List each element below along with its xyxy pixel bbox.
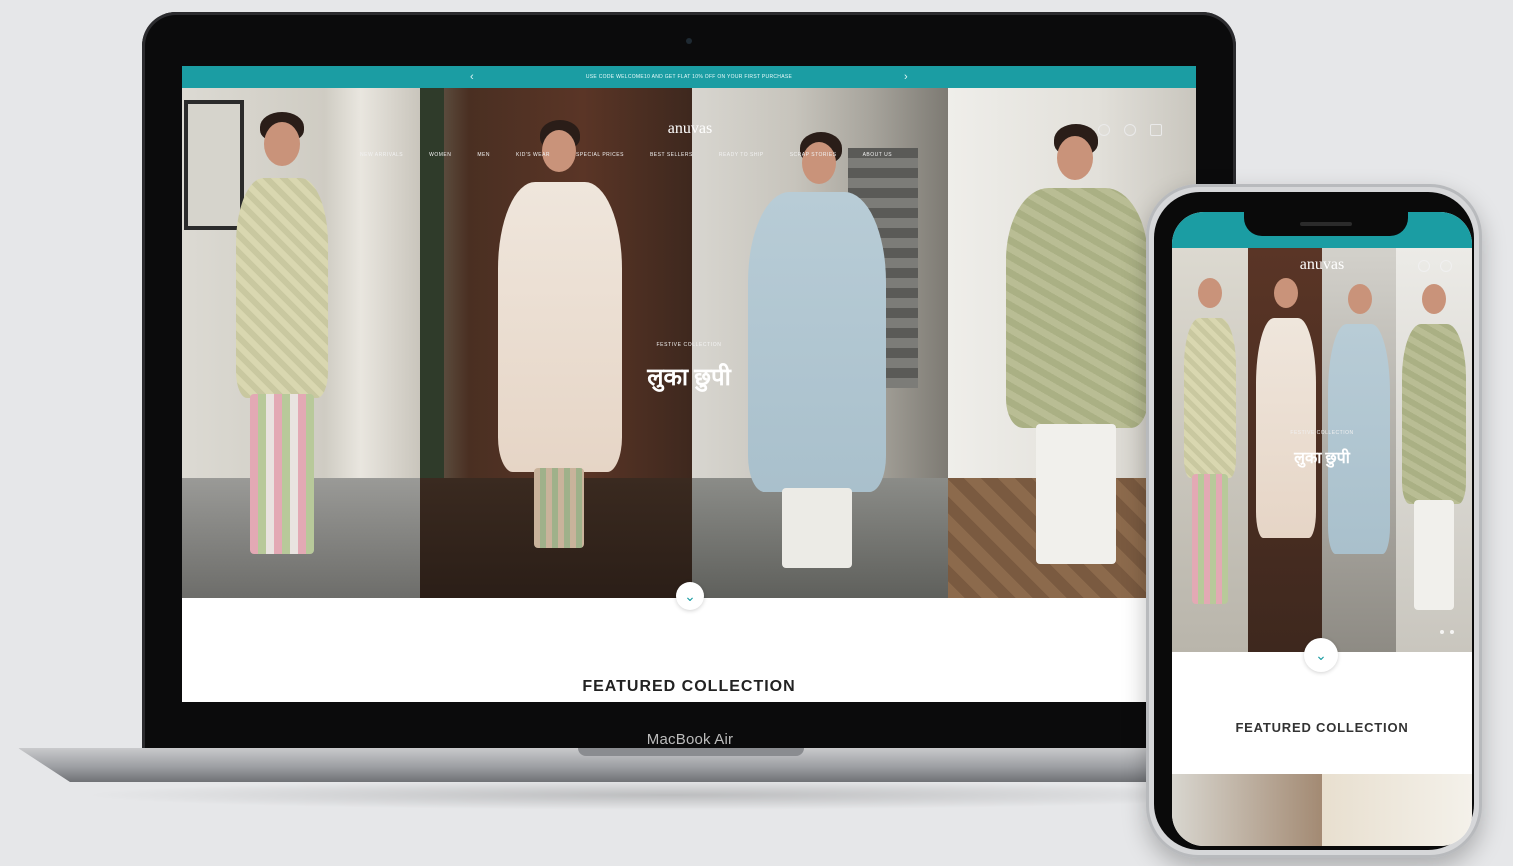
model-figure <box>222 108 342 588</box>
model-figure <box>742 128 892 588</box>
chevron-down-icon[interactable]: ⌄ <box>676 582 704 610</box>
model-figure <box>490 116 630 586</box>
phone-brand-logo[interactable]: anuvas <box>1288 256 1356 274</box>
cart-icon[interactable] <box>1440 260 1452 272</box>
phone-hero-title: लुका छुपी <box>1294 450 1350 467</box>
device-label: MacBook Air <box>646 731 734 748</box>
phone-screen: anuvas FESTIVE COLLECTION लुका छुपी ⌄ FE… <box>1172 212 1472 846</box>
chevron-left-icon[interactable]: ‹ <box>470 66 474 88</box>
hero-photo-1 <box>182 88 420 598</box>
featured-product-thumbnails <box>1172 774 1472 846</box>
phone-hero-photo-1 <box>1172 248 1248 652</box>
carousel-dots[interactable] <box>1440 630 1454 634</box>
main-nav: NEW ARRIVALS WOMEN MEN KID'S WEAR SPECIA… <box>360 152 1040 158</box>
hero-title: लुका छुपी <box>647 365 731 391</box>
nav-item-about-us[interactable]: ABOUT US <box>863 152 892 158</box>
phone-speaker <box>1300 222 1352 226</box>
hero-banner[interactable]: anuvas NEW ARRIVALS WOMEN MEN KID'S WEAR… <box>182 88 1196 598</box>
chevron-down-icon[interactable]: ⌄ <box>1304 638 1338 672</box>
phone-hero-photo-4 <box>1396 248 1472 652</box>
nav-item-men[interactable]: MEN <box>477 152 490 158</box>
cart-icon[interactable] <box>1150 124 1162 136</box>
phone-device: anuvas FESTIVE COLLECTION लुका छुपी ⌄ FE… <box>1146 184 1482 858</box>
announcement-bar: ‹ USE CODE WELCOME10 AND GET FLAT 10% OF… <box>182 66 1196 88</box>
product-thumbnail[interactable] <box>1322 774 1472 846</box>
laptop-hinge-notch <box>578 748 804 756</box>
hero-subtitle: FESTIVE COLLECTION <box>656 342 722 348</box>
search-icon[interactable] <box>1124 124 1136 136</box>
nav-item-special-prices[interactable]: SPECIAL PRICES <box>576 152 624 158</box>
header-icons <box>1098 124 1162 136</box>
phone-featured-collection-heading: FEATURED COLLECTION <box>1235 720 1409 735</box>
brand-logo[interactable]: anuvas <box>660 120 720 138</box>
nav-item-ready-to-ship[interactable]: READY TO SHIP <box>719 152 764 158</box>
phone-bezel: anuvas FESTIVE COLLECTION लुका छुपी ⌄ FE… <box>1154 192 1474 850</box>
laptop-camera <box>686 38 692 44</box>
featured-collection-heading: FEATURED COLLECTION <box>582 678 796 695</box>
search-icon[interactable] <box>1418 260 1430 272</box>
nav-item-kids-wear[interactable]: KID'S WEAR <box>516 152 550 158</box>
chevron-right-icon[interactable]: › <box>904 66 908 88</box>
model-figure <box>1002 124 1152 584</box>
nav-item-new-arrivals[interactable]: NEW ARRIVALS <box>360 152 403 158</box>
nav-item-best-sellers[interactable]: BEST SELLERS <box>650 152 693 158</box>
product-thumbnail[interactable] <box>1172 774 1322 846</box>
nav-item-scrap-stories[interactable]: SCRAP STORIES <box>790 152 837 158</box>
nav-item-women[interactable]: WOMEN <box>429 152 451 158</box>
announcement-text: USE CODE WELCOME10 AND GET FLAT 10% OFF … <box>585 74 793 80</box>
phone-hero-subtitle: FESTIVE COLLECTION <box>1290 430 1354 436</box>
phone-header-icons <box>1418 260 1452 272</box>
laptop-screen: ‹ USE CODE WELCOME10 AND GET FLAT 10% OF… <box>182 66 1196 702</box>
phone-hero-banner[interactable]: anuvas FESTIVE COLLECTION लुका छुपी <box>1172 248 1472 652</box>
user-icon[interactable] <box>1098 124 1110 136</box>
laptop-shadow <box>80 780 1260 810</box>
